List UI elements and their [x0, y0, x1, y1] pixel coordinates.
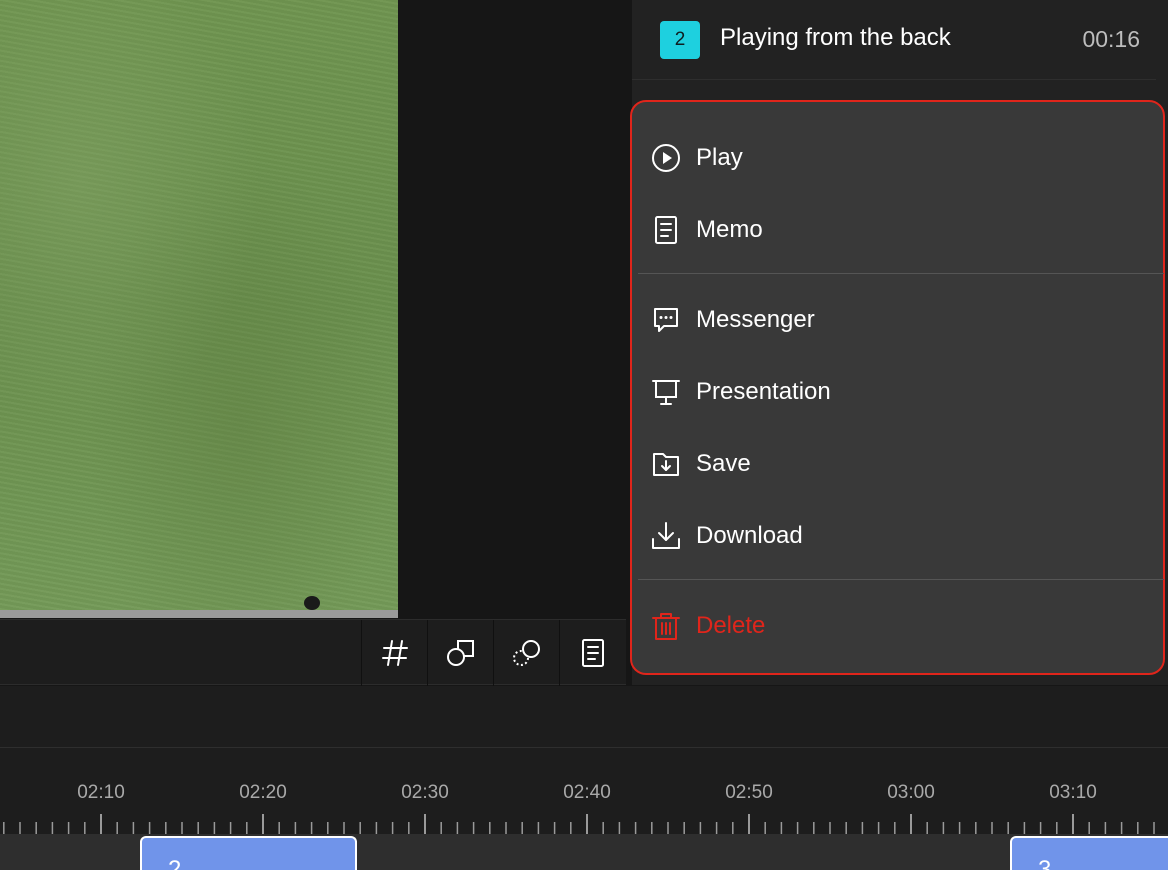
video-letterbox [398, 0, 630, 620]
menu-item-label: Save [696, 450, 751, 477]
hash-icon [381, 640, 408, 666]
tick-label: 02:50 [725, 782, 773, 803]
menu-item-label: Delete [696, 612, 766, 639]
ball [304, 596, 320, 610]
memo-icon [650, 214, 682, 246]
presentation-screen-icon [650, 376, 682, 408]
video-player[interactable] [0, 0, 398, 610]
clip-label: 3 [1038, 856, 1052, 870]
hash-tool-button[interactable] [361, 620, 427, 686]
playlist-item-time: 00:16 [1082, 26, 1140, 52]
menu-item-label: Play [696, 144, 743, 171]
menu-divider [638, 579, 1164, 580]
tick-label: 02:20 [239, 782, 287, 803]
trash-icon [650, 610, 682, 642]
menu-item-label: Messenger [696, 306, 815, 333]
chat-bubble-icon [650, 304, 682, 336]
folder-save-icon [650, 448, 682, 480]
timeline-clip[interactable]: 3 [1010, 836, 1168, 870]
menu-item-download[interactable]: Download [632, 500, 1163, 572]
memo-tool-button[interactable] [559, 620, 625, 686]
shapes-tool-button[interactable] [427, 620, 493, 686]
menu-item-messenger[interactable]: Messenger [632, 284, 1163, 356]
circle-select-icon [512, 640, 540, 666]
video-progress-track[interactable] [0, 610, 398, 618]
menu-divider [638, 273, 1164, 274]
menu-item-save[interactable]: Save [632, 428, 1163, 500]
menu-item-delete[interactable]: Delete [632, 590, 1163, 662]
play-circle-icon [650, 142, 682, 174]
tick-label: 03:00 [887, 782, 935, 803]
circle-select-tool-button[interactable] [493, 620, 559, 686]
playlist-item-title: Playing from the back [720, 24, 951, 51]
tick-label: 02:10 [77, 782, 125, 803]
context-menu: Play Memo Messenger Presentation Save Do… [630, 100, 1165, 675]
tick-label: 03:10 [1049, 782, 1097, 803]
timeline-clip[interactable]: 2 [140, 836, 357, 870]
menu-item-label: Download [696, 522, 803, 549]
menu-item-memo[interactable]: Memo [632, 194, 1163, 266]
playlist-item[interactable]: 2 Playing from the back 00:16 [632, 0, 1156, 80]
drawing-toolbar [0, 619, 626, 686]
menu-item-presentation[interactable]: Presentation [632, 356, 1163, 428]
playlist-item-number: 2 [660, 21, 700, 59]
clip-label: 2 [168, 856, 182, 870]
tick-label: 02:40 [563, 782, 611, 803]
memo-icon [581, 639, 604, 667]
menu-item-label: Presentation [696, 378, 831, 405]
timeline-ruler[interactable]: 02:10 02:20 02:30 02:40 02:50 03:00 03:1… [0, 748, 1168, 834]
menu-item-label: Memo [696, 216, 763, 243]
tick-label: 02:30 [401, 782, 449, 803]
menu-item-play[interactable]: Play [632, 122, 1163, 194]
timeline-header [0, 686, 1168, 748]
download-icon [650, 520, 682, 552]
shapes-icon [446, 640, 474, 666]
